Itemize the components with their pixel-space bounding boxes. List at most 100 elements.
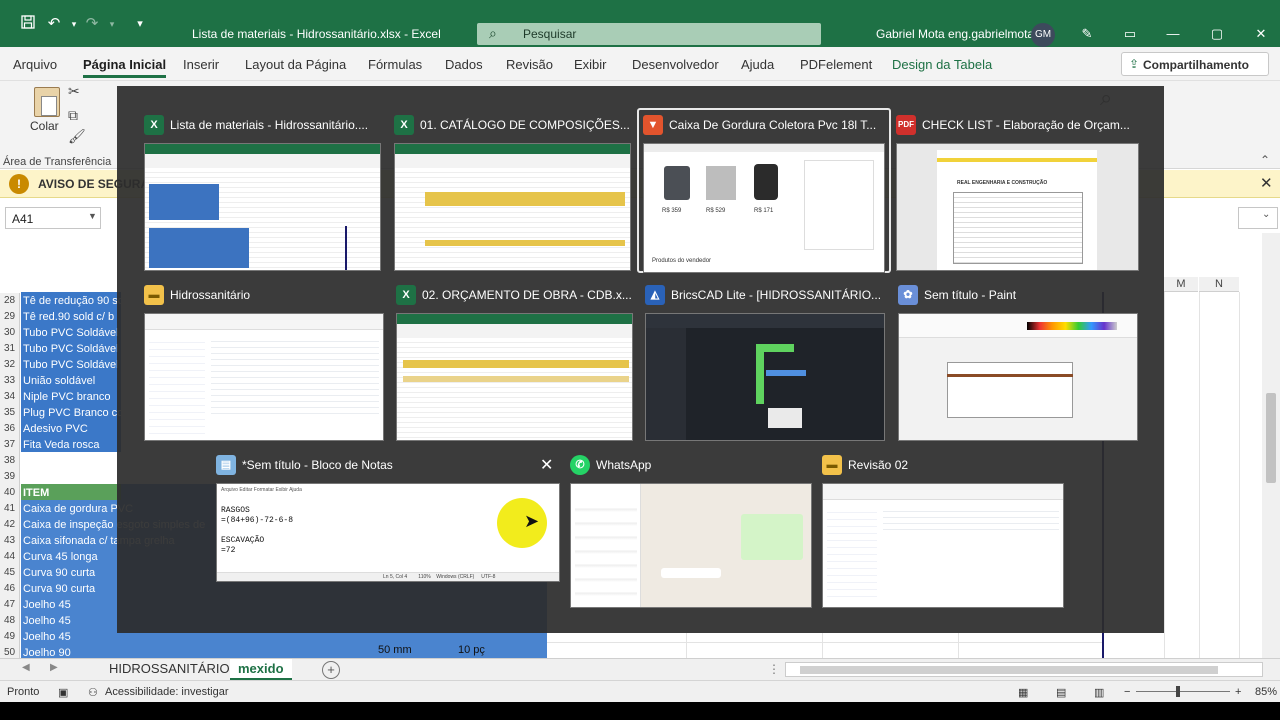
chevron-down-icon[interactable]: ▼ <box>88 211 97 221</box>
row-header[interactable]: 49 <box>0 629 20 645</box>
column-header-m[interactable]: M <box>1164 277 1198 292</box>
zoom-in-icon[interactable]: + <box>1235 686 1241 698</box>
sheet-tab-mexido[interactable]: mexido <box>230 659 292 681</box>
user-name[interactable]: Gabriel Mota eng.gabrielmota <box>876 27 1034 41</box>
copy-icon[interactable]: ⧉ <box>68 107 78 124</box>
collapse-ribbon-icon[interactable]: ⌃ <box>1260 153 1270 167</box>
share-button[interactable]: ⇪ Compartilhamento <box>1121 52 1269 76</box>
cell-a37[interactable]: Fita Veda rosca <box>21 437 121 453</box>
menu-exibir[interactable]: Exibir <box>574 57 607 72</box>
cell-a34[interactable]: Niple PVC branco <box>21 389 121 405</box>
row-header[interactable]: 34 <box>0 389 20 405</box>
row-header[interactable]: 39 <box>0 469 20 485</box>
row-header[interactable]: 38 <box>0 453 20 469</box>
menu-formulas[interactable]: Fórmulas <box>368 57 422 72</box>
close-window-icon[interactable]: ✕ <box>540 455 553 475</box>
scrollbar-thumb[interactable] <box>1266 393 1276 483</box>
sheet-tab-hidrossanitario[interactable]: HIDROSSANITÁRIO <box>101 659 238 681</box>
menu-design-da-tabela[interactable]: Design da Tabela <box>892 57 992 72</box>
zoom-out-icon[interactable]: − <box>1124 686 1130 698</box>
accessibility-status[interactable]: Acessibilidade: investigar <box>105 686 229 698</box>
row-header[interactable]: 29 <box>0 309 20 325</box>
row-header[interactable]: 46 <box>0 581 20 597</box>
menu-arquivo[interactable]: Arquivo <box>13 57 57 72</box>
cell-a29[interactable]: Tê red.90 sold c/ b <box>21 309 121 325</box>
cell-a32[interactable]: Tubo PVC Soldável <box>21 357 121 373</box>
column-header-n[interactable]: N <box>1199 277 1239 292</box>
paste-label[interactable]: Colar <box>30 119 59 133</box>
undo-icon[interactable]: ↶ <box>44 14 64 34</box>
expand-formula-icon[interactable]: ⌄ <box>1262 209 1270 220</box>
zoom-slider-thumb[interactable] <box>1176 686 1180 697</box>
menu-inserir[interactable]: Inserir <box>183 57 219 72</box>
macro-record-icon[interactable]: ▣ <box>58 686 68 699</box>
pen-icon[interactable]: ✎ <box>1072 24 1102 44</box>
customize-quick-access-icon[interactable]: ▾ <box>130 14 150 34</box>
row-header[interactable]: 31 <box>0 341 20 357</box>
zoom-level[interactable]: 85% <box>1255 686 1277 698</box>
close-icon[interactable]: ✕ <box>1246 24 1276 44</box>
row-header[interactable]: 45 <box>0 565 20 581</box>
horizontal-scrollbar[interactable] <box>785 662 1263 677</box>
search-icon: ⌕ <box>489 25 497 41</box>
name-box[interactable]: A41 ▼ <box>5 207 101 229</box>
vertical-scrollbar[interactable] <box>1262 233 1280 658</box>
row-header[interactable]: 30 <box>0 325 20 341</box>
next-sheet-icon[interactable]: ▶ <box>50 662 58 673</box>
cell-a35[interactable]: Plug PVC Branco co <box>21 405 121 421</box>
normal-view-icon[interactable]: ▦ <box>1018 686 1028 699</box>
row-header[interactable]: 37 <box>0 437 20 453</box>
menu-pagina-inicial[interactable]: Página Inicial <box>83 57 167 78</box>
prev-sheet-icon[interactable]: ◀ <box>22 662 30 673</box>
cell-a39[interactable] <box>21 469 121 485</box>
cell-a31[interactable]: Tubo PVC Soldável <box>21 341 121 357</box>
row-header[interactable]: 28 <box>0 293 20 309</box>
add-sheet-icon[interactable]: + <box>322 661 340 679</box>
cut-icon[interactable]: ✂ <box>68 83 80 100</box>
cell-a38[interactable] <box>21 453 121 469</box>
paste-icon[interactable] <box>34 87 60 117</box>
row-header[interactable]: 33 <box>0 373 20 389</box>
row-header[interactable]: 36 <box>0 421 20 437</box>
redo-icon[interactable]: ↷ <box>82 14 102 34</box>
menu-pdfelement[interactable]: PDFelement <box>800 57 872 72</box>
maximize-icon[interactable]: ▢ <box>1202 24 1232 44</box>
minimize-icon[interactable]: — <box>1158 24 1188 44</box>
row-header[interactable]: 44 <box>0 549 20 565</box>
row-header[interactable]: 48 <box>0 613 20 629</box>
undo-dropdown-icon[interactable]: ▾ <box>64 14 84 34</box>
format-painter-icon[interactable]: 🖌 <box>68 128 86 145</box>
zoom-slider[interactable] <box>1136 691 1230 692</box>
scrollbar-thumb[interactable] <box>800 666 1218 674</box>
close-warning-icon[interactable]: ✕ <box>1260 174 1273 192</box>
row-header[interactable]: 43 <box>0 533 20 549</box>
search-box[interactable]: ⌕ Pesquisar <box>477 23 821 45</box>
tab-split-handle-icon[interactable]: ⋮ <box>768 662 780 676</box>
row-header[interactable]: 47 <box>0 597 20 613</box>
row-header[interactable]: 40 <box>0 485 20 501</box>
row-header[interactable]: 42 <box>0 517 20 533</box>
row-header[interactable]: 32 <box>0 357 20 373</box>
excel-icon: X <box>396 285 416 305</box>
menu-layout-da-pagina[interactable]: Layout da Página <box>245 57 346 72</box>
menu-ajuda[interactable]: Ajuda <box>741 57 774 72</box>
ribbon-display-icon[interactable]: ▭ <box>1115 24 1145 44</box>
cell-b50[interactable]: 50 mm <box>376 642 412 658</box>
menu-revisao[interactable]: Revisão <box>506 57 553 72</box>
row-header[interactable]: 35 <box>0 405 20 421</box>
avatar[interactable]: GM <box>1031 23 1055 47</box>
cell-a36[interactable]: Adesivo PVC <box>21 421 121 437</box>
cell-a30[interactable]: Tubo PVC Soldável <box>21 325 121 341</box>
redo-dropdown-icon[interactable]: ▾ <box>102 14 122 34</box>
cell-a33[interactable]: União soldável <box>21 373 121 389</box>
menu-desenvolvedor[interactable]: Desenvolvedor <box>632 57 719 72</box>
page-layout-view-icon[interactable]: ▤ <box>1056 686 1066 699</box>
menu-dados[interactable]: Dados <box>445 57 483 72</box>
save-icon[interactable] <box>18 14 38 34</box>
page-break-view-icon[interactable]: ▥ <box>1094 686 1104 699</box>
formula-input[interactable] <box>1238 207 1278 229</box>
row-header[interactable]: 41 <box>0 501 20 517</box>
cell-a28[interactable]: Tê de redução 90 sol <box>21 293 121 309</box>
window-thumbnail <box>144 143 381 271</box>
cell-c50[interactable]: 10 pç <box>456 642 485 658</box>
